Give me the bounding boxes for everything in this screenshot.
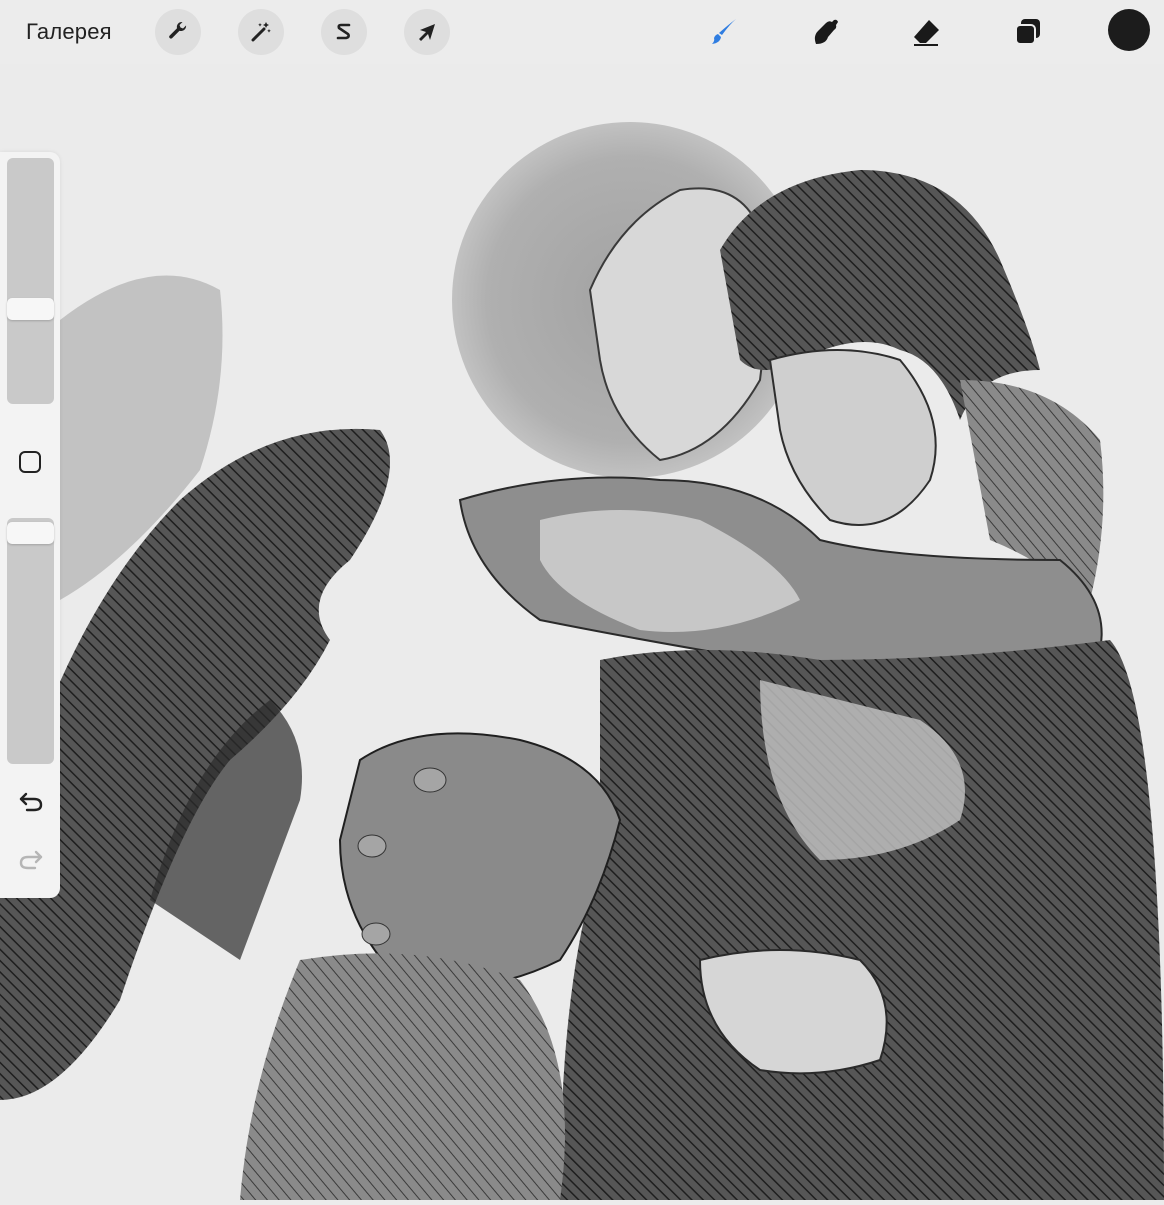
adjustments-button[interactable]: [238, 9, 284, 55]
left-sidebar: [0, 152, 60, 898]
eraser-button[interactable]: [906, 12, 946, 52]
wrench-icon: [169, 21, 187, 39]
brush-size-slider[interactable]: [7, 158, 54, 404]
undo-icon[interactable]: [17, 788, 45, 816]
brush-button[interactable]: [704, 12, 744, 52]
top-toolbar: Галерея: [0, 0, 1164, 64]
selection-s-icon: [336, 23, 351, 40]
color-picker-button[interactable]: [1108, 9, 1150, 51]
opacity-slider[interactable]: [7, 518, 54, 764]
transform-button[interactable]: [404, 9, 450, 55]
drawing-canvas[interactable]: [0, 64, 1164, 1200]
layers-icon: [1015, 19, 1040, 45]
opacity-knob[interactable]: [7, 522, 54, 544]
layers-button[interactable]: [1008, 12, 1048, 52]
eraser-icon: [914, 20, 939, 46]
redo-icon[interactable]: [17, 846, 45, 874]
artwork: [0, 122, 1164, 1200]
gallery-button[interactable]: Галерея: [26, 16, 112, 48]
square-modifier-icon[interactable]: [17, 449, 43, 475]
smudge-button[interactable]: [806, 12, 846, 52]
magic-wand-icon: [251, 22, 271, 42]
brush-size-knob[interactable]: [7, 298, 54, 320]
selection-button[interactable]: [321, 9, 367, 55]
brush-icon: [712, 19, 736, 44]
smudge-finger-icon: [814, 19, 838, 44]
actions-button[interactable]: [155, 9, 201, 55]
arrow-cursor-icon: [419, 24, 435, 41]
